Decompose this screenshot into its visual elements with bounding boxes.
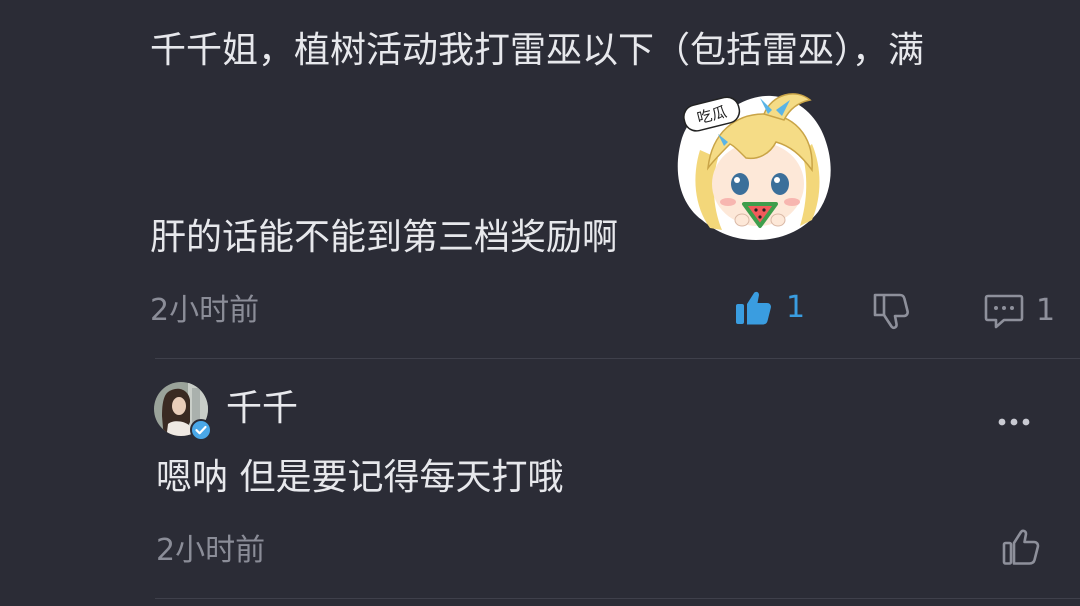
- reply-username[interactable]: 千千: [226, 387, 298, 431]
- avatar[interactable]: [154, 382, 212, 441]
- watermelon-girl-sticker: 吃瓜: [672, 80, 842, 248]
- verified-badge-icon: [190, 419, 212, 445]
- more-options-button[interactable]: [994, 410, 1034, 434]
- thumbs-up-icon: [734, 290, 772, 326]
- reply-button[interactable]: 1: [984, 292, 1055, 330]
- reply-like-button[interactable]: [1000, 528, 1042, 568]
- like-button[interactable]: 1: [734, 290, 805, 326]
- dislike-button[interactable]: [870, 291, 912, 331]
- thumbs-up-icon: [1000, 528, 1042, 568]
- comment-bubble-icon: [984, 292, 1024, 330]
- reply-text: 嗯呐 但是要记得每天打哦: [156, 457, 564, 498]
- reply-count: 1: [1036, 293, 1056, 328]
- comment-timestamp: 2小时前: [150, 293, 260, 328]
- divider: [155, 598, 1080, 599]
- more-dots-icon: [994, 418, 1034, 438]
- comment-text-line-1: 千千姐，植树活动我打雷巫以下（包括雷巫），满: [150, 30, 925, 71]
- comment-text-line-2: 肝的话能不能到第三档奖励啊: [150, 217, 619, 258]
- like-count: 1: [786, 290, 806, 325]
- thumbs-down-icon: [870, 291, 912, 331]
- divider: [155, 358, 1080, 359]
- reply-timestamp: 2小时前: [156, 533, 266, 568]
